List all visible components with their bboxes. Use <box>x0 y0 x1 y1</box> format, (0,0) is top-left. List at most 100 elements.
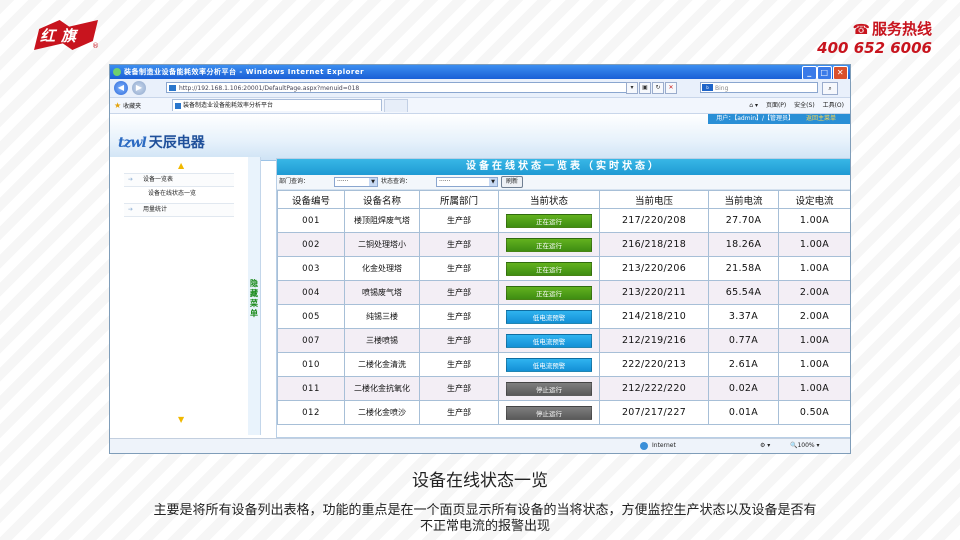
browser-status-bar: Internet ⚙ ▾ 🔍100% ▾ <box>110 438 850 453</box>
cell-voltage: 213/220/211 <box>599 280 709 305</box>
browser-tab-active[interactable]: 装备制造业设备能耗效率分析平台 <box>172 99 382 111</box>
scroll-up-arrow-icon[interactable]: ▲ <box>178 161 184 170</box>
cell-status: 正在运行 <box>498 280 600 305</box>
brand-reg-mark: ® <box>92 42 99 50</box>
new-tab-button[interactable] <box>384 99 408 112</box>
favorites-button[interactable]: ★ 收藏夹 <box>114 98 141 114</box>
cell-current: 2.61A <box>708 352 779 377</box>
table-row[interactable]: 011 二楼化金抗氧化 生产部 停止运行 212/222/220 0.02A 1.00A <box>277 376 850 401</box>
cell-current: 18.26A <box>708 232 779 257</box>
table-row[interactable]: 012 二楼化金喷沙 生产部 停止运行 207/217/227 0.01A 0.50A <box>277 400 850 425</box>
minimize-button[interactable]: _ <box>802 66 817 80</box>
status-badge[interactable]: 低电流预警 <box>506 357 592 372</box>
dept-filter-select[interactable]: ······ ▼ <box>334 177 378 187</box>
close-button[interactable]: ✕ <box>833 66 848 80</box>
protected-mode-icon[interactable]: ⚙ ▾ <box>760 439 770 453</box>
sidebar-item-device-list[interactable]: ➔ 设备一览表 <box>124 173 234 187</box>
table-row[interactable]: 005 纯锡三楼 生产部 低电流预警 214/218/210 3.37A 2.00A <box>277 304 850 329</box>
address-bar-row: ◀ ▶ http://192.168.1.106:20001/DefaultPa… <box>110 79 850 98</box>
service-hotline: ☎ 服务热线 400 652 6006 <box>817 20 932 57</box>
cell-code: 002 <box>277 232 345 257</box>
refresh-button[interactable]: 刷新 <box>501 176 524 188</box>
address-input[interactable]: http://192.168.1.106:20001/DefaultPage.a… <box>166 82 628 93</box>
cell-dept: 生产部 <box>419 232 499 257</box>
brand-logo-text: 红旗 <box>40 27 83 45</box>
stop-button[interactable]: ✕ <box>665 82 677 94</box>
status-badge[interactable]: 正在运行 <box>506 261 592 276</box>
hide-menu-label: 隐藏菜单 <box>250 279 258 318</box>
scroll-down-arrow-icon[interactable]: ▼ <box>178 415 184 424</box>
cell-voltage: 212/219/216 <box>599 328 709 353</box>
sidebar-item-usage-stats[interactable]: ➔ 用量统计 <box>124 203 234 217</box>
cell-code: 012 <box>277 400 345 425</box>
home-icon[interactable]: ⌂ ▾ <box>749 102 758 109</box>
tools-menu[interactable]: 工具(O) <box>823 102 844 109</box>
col-header-code: 设备编号 <box>277 190 345 209</box>
cell-name: 二楼化金清洗 <box>344 352 420 377</box>
cell-current: 0.77A <box>708 328 779 353</box>
status-badge[interactable]: 正在运行 <box>506 285 592 300</box>
cell-set-current: 1.00A <box>778 232 850 257</box>
cell-dept: 生产部 <box>419 256 499 281</box>
cell-status: 低电流预警 <box>498 352 600 377</box>
zone-indicator: Internet <box>640 439 676 453</box>
caption-description: 主要是将所有设备列出表格，功能的重点是在一个面页显示所有设备的当将状态，方便监控… <box>153 503 817 534</box>
refresh-page-button[interactable]: ↻ <box>652 82 664 94</box>
status-filter-label: 状态查询： <box>381 178 412 185</box>
cell-name: 二楼化金抗氧化 <box>344 376 420 401</box>
cell-code: 010 <box>277 352 345 377</box>
cell-dept: 生产部 <box>419 400 499 425</box>
star-icon: ★ <box>114 101 122 110</box>
cell-set-current: 2.00A <box>778 304 850 329</box>
zoom-control[interactable]: 🔍100% ▾ <box>790 439 820 453</box>
status-badge[interactable]: 低电流预警 <box>506 333 592 348</box>
col-header-dept: 所属部门 <box>419 190 499 209</box>
table-row[interactable]: 010 二楼化金清洗 生产部 低电流预警 222/220/213 2.61A 1.00A <box>277 352 850 377</box>
page-menu[interactable]: 页面(P) <box>766 102 786 109</box>
cell-name: 二楼化金喷沙 <box>344 400 420 425</box>
status-badge[interactable]: 正在运行 <box>506 213 592 228</box>
tab-title: 装备制造业设备能耗效率分析平台 <box>183 102 274 109</box>
maximize-button[interactable]: □ <box>817 66 832 80</box>
table-row[interactable]: 003 化金处理塔 生产部 正在运行 213/220/206 21.58A 1.00A <box>277 256 850 281</box>
status-badge[interactable]: 正在运行 <box>506 237 592 252</box>
cell-status: 低电流预警 <box>498 328 600 353</box>
return-main-menu-link[interactable]: 返回主菜单 <box>806 115 836 122</box>
back-button[interactable]: ◀ <box>114 81 128 95</box>
table-row[interactable]: 001 楼顶阻焊废气塔 生产部 正在运行 217/220/208 27.70A 1.00A <box>277 208 850 233</box>
table-row[interactable]: 002 二铜处理塔小 生产部 正在运行 216/218/218 18.26A 1.00A <box>277 232 850 257</box>
hotline-label: 服务热线 <box>871 20 932 38</box>
cell-name: 楼顶阻焊废气塔 <box>344 208 420 233</box>
cell-status: 停止运行 <box>498 376 600 401</box>
table-row[interactable]: 007 三楼喷锡 生产部 低电流预警 212/219/216 0.77A 1.00A <box>277 328 850 353</box>
cell-code: 005 <box>277 304 345 329</box>
status-badge[interactable]: 低电流预警 <box>506 309 592 324</box>
status-badge[interactable]: 停止运行 <box>506 405 592 420</box>
ie-icon <box>113 68 121 76</box>
sidebar-subitem-online-status[interactable]: 设备在线状态一览 <box>148 188 196 197</box>
hide-menu-toggle[interactable]: 隐藏菜单 <box>248 157 261 435</box>
cell-status: 正在运行 <box>498 232 600 257</box>
chevron-down-icon: ▼ <box>369 178 377 186</box>
table-row[interactable]: 004 喷锡废气塔 生产部 正在运行 213/220/211 65.54A 2.00A <box>277 280 850 305</box>
safety-menu[interactable]: 安全(S) <box>794 102 815 109</box>
phone-icon: ☎ <box>852 22 870 38</box>
cell-dept: 生产部 <box>419 328 499 353</box>
app-header: 用户：【admin】/【管理员】 返回主菜单 tzwl 天辰电器 <box>110 114 850 161</box>
zoom-level: 100% <box>797 442 815 449</box>
compat-view-button[interactable]: ▣ <box>639 82 651 94</box>
search-icon[interactable]: ⌕ <box>822 82 838 95</box>
cell-set-current: 1.00A <box>778 256 850 281</box>
search-input[interactable]: b Bing <box>700 82 818 93</box>
cell-current: 0.02A <box>708 376 779 401</box>
forward-button[interactable]: ▶ <box>132 81 146 95</box>
cell-voltage: 207/217/227 <box>599 400 709 425</box>
cell-dept: 生产部 <box>419 280 499 305</box>
table-header-row: 设备编号 设备名称 所属部门 当前状态 当前电压 当前电流 设定电流 <box>277 190 850 209</box>
search-placeholder: Bing <box>715 85 729 92</box>
address-controls: ▾ ▣ ↻ ✕ <box>626 82 678 94</box>
status-filter-select[interactable]: ······ ▼ <box>436 177 498 187</box>
cell-dept: 生产部 <box>419 352 499 377</box>
status-badge[interactable]: 停止运行 <box>506 381 592 396</box>
address-dropdown-button[interactable]: ▾ <box>626 82 638 94</box>
